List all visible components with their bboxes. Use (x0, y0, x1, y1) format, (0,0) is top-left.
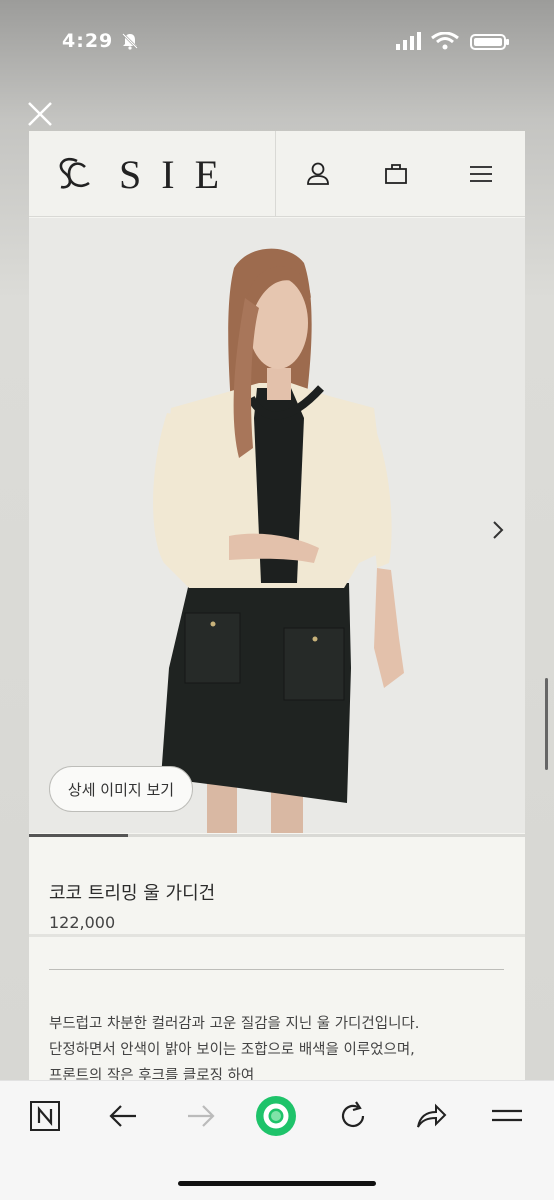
status-time: 4:29 (62, 30, 114, 52)
product-image-carousel[interactable]: 상세 이미지 보기 (29, 218, 525, 833)
naver-n-icon[interactable] (28, 1099, 62, 1133)
logo-link[interactable]: SIE (29, 131, 276, 217)
section-band (29, 934, 525, 937)
signal-icon (396, 32, 421, 50)
site-header: SIE (29, 131, 525, 217)
description-line: 프론트의 작은 후크를 클로징 하여 (49, 1068, 255, 1081)
view-detail-images-button[interactable]: 상세 이미지 보기 (49, 766, 193, 812)
status-bar: 4:29 (0, 0, 554, 84)
chevron-right-icon[interactable] (487, 518, 509, 542)
hamburger-menu-icon[interactable] (466, 159, 496, 189)
refresh-icon[interactable] (336, 1099, 370, 1133)
home-indicator[interactable] (178, 1181, 376, 1186)
image-progress-bar (29, 834, 525, 837)
scrollbar[interactable] (545, 678, 548, 770)
share-icon[interactable] (414, 1099, 448, 1133)
bell-muted-icon (122, 33, 138, 50)
arrow-right-icon[interactable] (184, 1099, 218, 1133)
more-menu-icon[interactable] (490, 1099, 524, 1133)
wifi-icon (431, 32, 459, 50)
user-icon[interactable] (303, 159, 333, 189)
product-price: 122,000 (49, 913, 116, 932)
battery-icon (470, 34, 509, 50)
product-page: SIE 상세 이미지 보기 코코 트리밍 울 가디건 122,000 부드럽고 … (29, 131, 525, 1081)
logo-text: SIE (119, 152, 239, 197)
product-description: 부드럽고 차분한 컬러감과 고운 질감을 지닌 울 가디건입니다. 단정하면서 … (49, 1011, 509, 1081)
image-progress-fill (29, 834, 129, 837)
green-home-icon[interactable] (255, 1095, 297, 1137)
logo-mark-icon (59, 157, 90, 189)
close-icon[interactable] (26, 100, 54, 128)
arrow-left-icon[interactable] (106, 1099, 140, 1133)
product-name: 코코 트리밍 울 가디건 (49, 883, 216, 904)
divider (49, 969, 504, 970)
shopping-bag-icon[interactable] (381, 159, 411, 189)
product-photo (29, 218, 525, 833)
description-line: 단정하면서 안색이 밝아 보이는 조합으로 배색을 이루었으며, (49, 1042, 415, 1058)
description-line: 부드럽고 차분한 컬러감과 고운 질감을 지닌 울 가디건입니다. (49, 1016, 420, 1032)
